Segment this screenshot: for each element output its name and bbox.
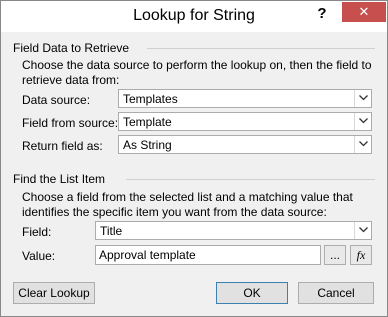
retrieve-description: Choose the data source to perform the lo… [22,58,372,87]
field-from-source-dropdown[interactable]: Template [118,112,372,131]
value-input[interactable]: Approval template [95,245,321,265]
retrieve-section-divider [147,48,375,49]
field-from-source-value: Template [123,115,172,129]
close-icon[interactable]: ✕ [342,2,386,22]
data-source-dropdown[interactable]: Templates [118,89,372,108]
ok-button[interactable]: OK [216,282,288,304]
value-label: Value: [22,249,56,263]
lookup-dialog: Lookup for String ? ✕ Field Data to Retr… [0,0,388,317]
help-icon[interactable]: ? [315,5,329,23]
dialog-title: Lookup for String [133,7,255,24]
field-value: Title [100,224,123,238]
clear-lookup-button[interactable]: Clear Lookup [13,282,95,304]
data-source-label: Data source: [22,93,91,107]
return-field-dropdown[interactable]: As String [118,135,372,154]
find-description: Choose a field from the selected list an… [22,190,353,219]
chevron-down-icon[interactable] [354,90,371,107]
chevron-down-icon[interactable] [354,136,371,153]
title-bar: Lookup for String ? ✕ [1,1,387,32]
browse-button[interactable]: ... [324,245,346,265]
find-section-divider [126,179,375,180]
return-field-label: Return field as: [22,139,103,153]
chevron-down-icon[interactable] [354,113,371,130]
field-label: Field: [22,225,52,239]
cancel-button[interactable]: Cancel [298,282,374,304]
chevron-down-icon[interactable] [354,222,371,239]
value-input-text: Approval template [99,248,196,262]
find-section-header: Find the List Item [13,172,106,186]
retrieve-section-header: Field Data to Retrieve [13,41,130,55]
field-dropdown[interactable]: Title [95,221,372,240]
data-source-value: Templates [123,92,178,106]
function-icon[interactable]: fx [350,245,372,265]
return-field-value: As String [123,138,172,152]
field-from-source-label: Field from source: [22,116,119,130]
